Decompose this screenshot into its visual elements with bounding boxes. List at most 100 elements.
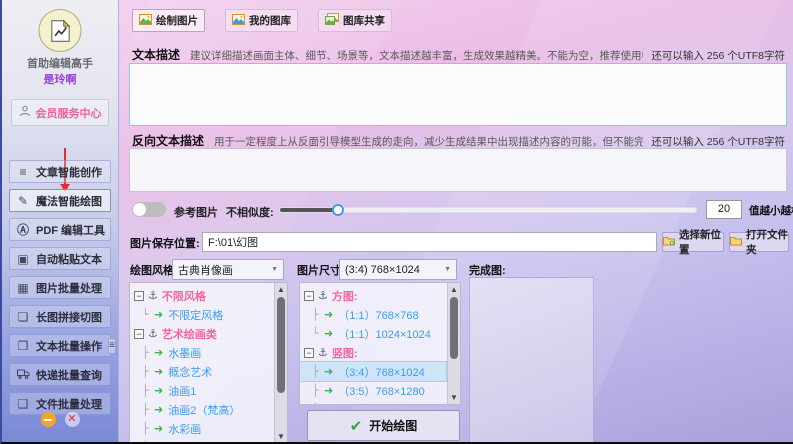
folder-plus-icon — [663, 236, 675, 249]
size-item[interactable]: ├ ➜ （3:5）768×1280 — [300, 381, 446, 400]
member-center-button[interactable]: 会员服务中心 — [11, 99, 109, 126]
scroll-down-icon[interactable]: ▼ — [275, 430, 287, 442]
collapse-icon[interactable]: − — [304, 290, 314, 301]
tab-label: 我的图库 — [249, 15, 291, 27]
result-preview — [469, 277, 594, 442]
scrollbar-thumb[interactable] — [450, 297, 458, 359]
open-folder-button[interactable]: 打开文件夹 — [729, 229, 789, 256]
style-select[interactable]: 古典肖像画 ▼ — [172, 259, 284, 280]
check-icon: ✔ — [349, 417, 363, 435]
sidebar-item-label: 文章智能创作 — [36, 166, 102, 179]
style-group-art-painting[interactable]: − ⚓ 艺术绘画类 — [130, 324, 273, 343]
dissimilarity-slider[interactable] — [279, 204, 697, 216]
style-tree: − ⚓ 不限风格 └ ➜ 不限定风格 − ⚓ 艺术绘画类 ├ ➜ 水墨画 ├ ➜ — [130, 286, 273, 442]
size-group-square[interactable]: − ⚓ 方图: — [300, 286, 446, 305]
save-location-input[interactable] — [202, 232, 657, 252]
scroll-up-icon[interactable]: ▲ — [448, 283, 460, 296]
sidebar-item-auto-paste[interactable]: ▣ 自动粘贴文本 — [9, 247, 111, 270]
sidebar-item-label: 自动粘贴文本 — [36, 253, 102, 266]
window-controls: ✕ — [2, 412, 118, 427]
branch-line: └ — [142, 308, 149, 321]
sidebar-item-long-image-split[interactable]: ❏ 长图拼接切图 — [9, 305, 111, 328]
start-drawing-button[interactable]: ✔ 开始绘图 — [307, 410, 460, 441]
prompt-header: 文本描述 建议详细描述画面主体、细节、场景等，文本描述越丰富，生成效果越精美。不… — [132, 46, 785, 63]
style-item[interactable]: ├ ➜ 概念艺术 — [130, 362, 273, 381]
tree-group-label: 不限风格 — [161, 290, 206, 303]
collapse-icon[interactable]: − — [134, 328, 144, 339]
style-item[interactable]: ├ ➜ 水墨画 — [130, 343, 273, 362]
pen-icon: ✎ — [17, 193, 29, 208]
style-item[interactable]: ├ ➜ 像素画 — [130, 438, 273, 442]
sidebar-item-magic-drawing[interactable]: ✎ 魔法智能绘图 — [9, 189, 111, 212]
size-tree: − ⚓ 方图: ├ ➜ （1:1）768×768 └ ➜ （1:1）1024×1… — [300, 286, 447, 404]
start-drawing-label: 开始绘图 — [369, 419, 418, 433]
sidebar-item-image-batch[interactable]: ▦ 图片批量处理 — [9, 276, 111, 299]
collapse-icon[interactable]: − — [304, 347, 314, 358]
size-item[interactable]: ├ ➜ （1:1）768×768 — [300, 305, 446, 324]
size-item-selected[interactable]: ├ ➜ （3:4）768×1024 — [300, 361, 447, 382]
scrollbar-thumb[interactable] — [277, 297, 285, 393]
tree-item-label: （1:1）768×768 — [338, 309, 419, 322]
branch-line: ├ — [142, 365, 149, 378]
tree-item-label: 油画2（梵高） — [168, 404, 241, 417]
style-item[interactable]: └ ➜ 不限定风格 — [130, 305, 273, 324]
size-select[interactable]: (3:4) 768×1024 ▼ — [339, 259, 457, 280]
arrow-icon: ➜ — [154, 366, 164, 378]
size-group-portrait[interactable]: − ⚓ 竖图: — [300, 343, 446, 362]
style-item[interactable]: ├ ➜ 油画2（梵高） — [130, 400, 273, 419]
choose-location-label: 选择新位置 — [679, 229, 721, 256]
reference-image-label: 参考图片 — [174, 207, 218, 219]
branch-line: ├ — [312, 365, 319, 378]
choose-location-button[interactable]: 选择新位置 — [662, 229, 724, 256]
size-item[interactable]: └ ➜ （1:1）1024×1024 — [300, 324, 446, 343]
slider-handle[interactable] — [332, 204, 345, 216]
open-folder-label: 打开文件夹 — [746, 229, 788, 256]
tree-item-label: 概念艺术 — [168, 366, 213, 379]
sidebar-item-express-query[interactable]: 快递批量查询 — [9, 363, 111, 386]
result-label: 完成图: — [469, 265, 506, 277]
pictures-stack-icon — [325, 13, 339, 28]
collapse-icon[interactable]: − — [134, 290, 144, 301]
tree-item-label: 油画1 — [168, 385, 197, 398]
minimize-button[interactable] — [40, 412, 56, 427]
sidebar-item-text-batch[interactable]: ❐ 文本批量操作 ≡ — [9, 334, 116, 357]
dissimilarity-value[interactable]: 20 — [706, 200, 742, 219]
prompt-char-counter: 还可以输入 256 个UTF8字符 — [651, 50, 785, 62]
text-batch-menu-button[interactable]: ≡ — [108, 337, 116, 354]
size-tree-scrollbar[interactable]: ▲ ▼ — [447, 283, 460, 404]
sidebar-item-label: PDF 编辑工具 — [36, 224, 106, 237]
tree-item-label: （3:4）768×1024 — [338, 366, 425, 379]
lines-icon: ≡ — [19, 164, 27, 179]
negative-prompt-textarea[interactable] — [129, 148, 787, 192]
sidebar-item-pdf-tools[interactable]: Ⓐ PDF 编辑工具 — [9, 218, 111, 241]
style-select-label: 绘图风格: — [130, 265, 178, 277]
style-item[interactable]: ├ ➜ 水彩画 — [130, 419, 273, 438]
scroll-up-icon[interactable]: ▲ — [275, 283, 287, 296]
file-icon: ❑ — [17, 396, 29, 411]
reference-image-toggle[interactable] — [132, 202, 166, 217]
dissimilarity-label: 不相似度: — [226, 207, 274, 219]
image-grid-icon: ▦ — [17, 280, 29, 295]
app-logo-icon — [38, 9, 82, 52]
size-item[interactable]: ├ ➜ （9:16）720×1280 — [300, 400, 446, 404]
user-name: 是玲啊 — [43, 74, 77, 86]
arrow-icon: ➜ — [154, 347, 164, 359]
style-select-value: 古典肖像画 — [178, 264, 233, 277]
app-window: 首助编辑高手 是玲啊 会员服务中心 ≡ 文章智能创作 ✎ 魔法智能绘图 Ⓐ PD… — [0, 0, 793, 444]
scroll-down-icon[interactable]: ▼ — [448, 391, 460, 404]
slider-fill — [280, 208, 339, 212]
sidebar-item-article-creation[interactable]: ≡ 文章智能创作 — [9, 160, 111, 183]
tab-gallery-share[interactable]: 图库共享 — [318, 9, 392, 32]
prompt-textarea[interactable] — [129, 63, 787, 126]
crop-frame-icon: ❏ — [17, 309, 29, 324]
style-item[interactable]: ├ ➜ 油画1 — [130, 381, 273, 400]
close-button[interactable]: ✕ — [64, 412, 80, 427]
style-group-unrestricted[interactable]: − ⚓ 不限风格 — [130, 286, 273, 305]
tab-draw-picture[interactable]: 绘制图片 — [132, 9, 205, 32]
sidebar-item-label: 长图拼接切图 — [36, 311, 102, 324]
person-icon — [19, 105, 31, 120]
style-tree-scrollbar[interactable]: ▲ ▼ — [274, 283, 287, 442]
tab-my-gallery[interactable]: 我的图库 — [225, 9, 298, 32]
prompt-label: 文本描述 — [132, 48, 181, 62]
text-batch-icon: ❐ — [17, 338, 29, 353]
